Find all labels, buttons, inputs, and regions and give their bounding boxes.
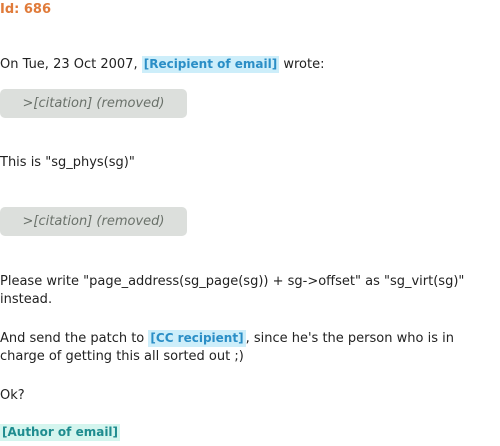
citation-block-1: >[citation] (removed) xyxy=(0,89,187,118)
body-paragraph-1: Please write "page_address(sg_page(sg)) … xyxy=(0,274,465,307)
intro-prefix: On Tue, 23 Oct 2007, xyxy=(0,57,138,72)
recipient-tag: [Recipient of email] xyxy=(141,56,280,73)
author-tag: [Author of email] xyxy=(0,424,121,441)
question-line: Ok? xyxy=(0,388,25,403)
email-document: Id: 686 On Tue, 23 Oct 2007, [Recipient … xyxy=(0,0,500,446)
body-line-1: This is "sg_phys(sg)" xyxy=(0,155,135,170)
intro-suffix: wrote: xyxy=(283,57,325,72)
body-paragraph-2: And send the patch to [CC recipient], si… xyxy=(0,330,498,366)
cc-recipient-tag: [CC recipient] xyxy=(148,330,246,347)
intro-line: On Tue, 23 Oct 2007, [Recipient of email… xyxy=(0,56,324,74)
email-id: Id: 686 xyxy=(0,2,52,17)
signature-line: [Author of email] xyxy=(0,424,121,442)
paragraph-2-prefix: And send the patch to xyxy=(0,331,145,346)
citation-block-2: >[citation] (removed) xyxy=(0,207,187,236)
